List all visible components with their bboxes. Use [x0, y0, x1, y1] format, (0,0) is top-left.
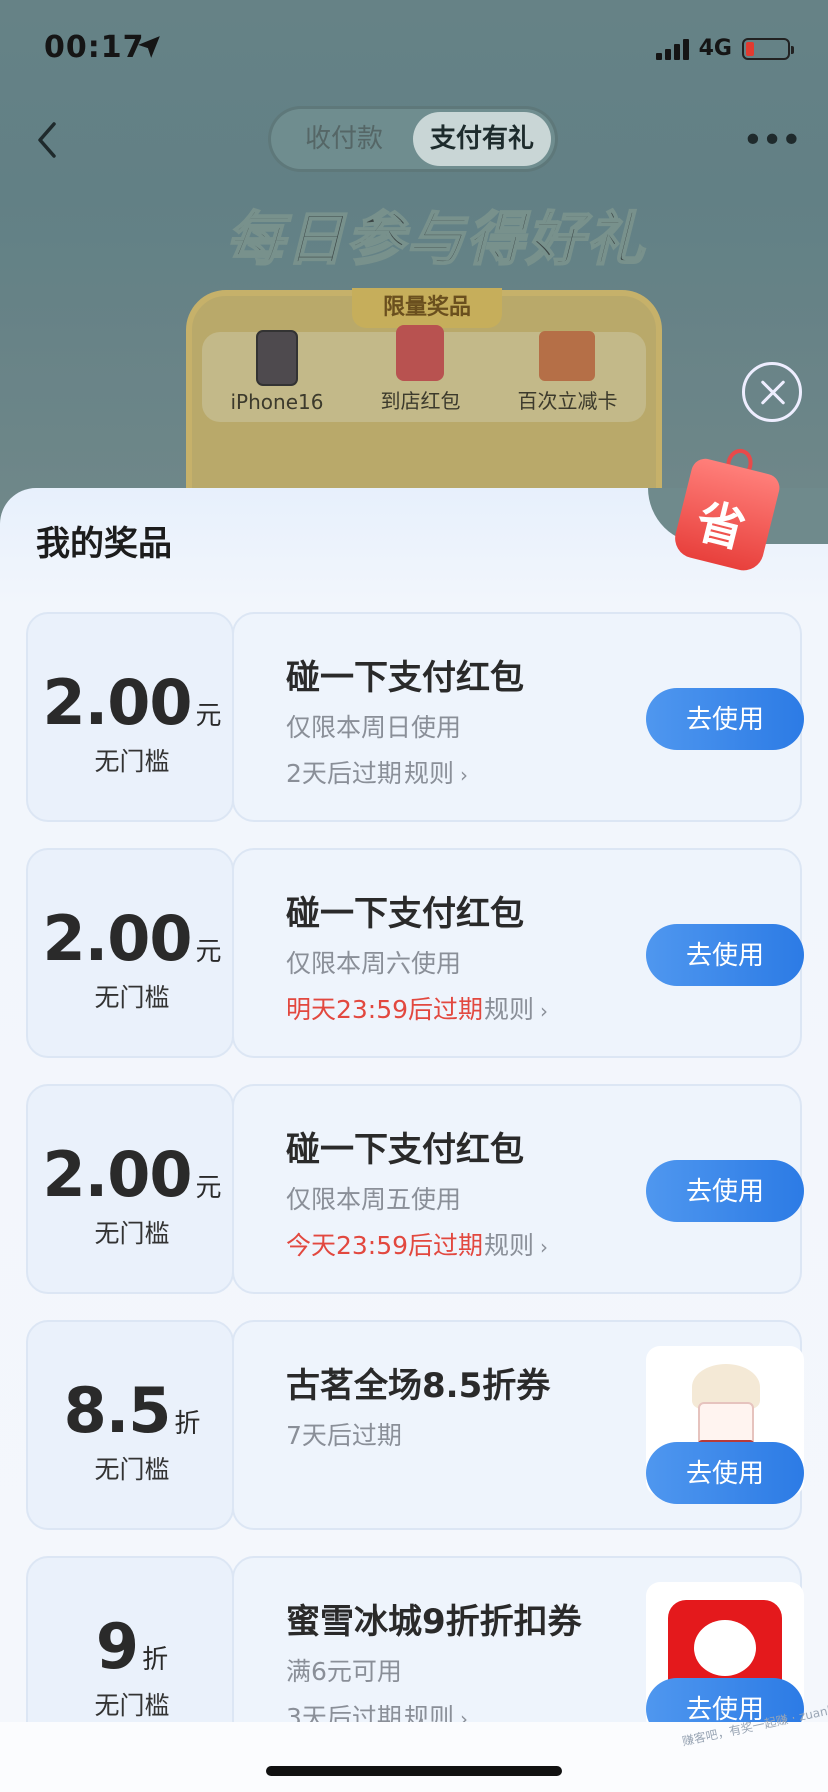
prize-label: 百次立减卡 [517, 389, 618, 413]
home-indicator[interactable] [266, 1766, 562, 1776]
coupon-threshold: 无门槛 [94, 983, 170, 1012]
coupon-title: 蜜雪冰城9折折扣券 [286, 1602, 582, 1642]
coupon-title: 碰一下支付红包 [286, 894, 524, 934]
coupon-unit: 折 [142, 1645, 169, 1675]
coupon-unit: 元 [195, 701, 222, 731]
chevron-right-icon: › [460, 763, 469, 787]
coupon-detail-panel: 碰一下支付红包 仅限本周五使用 今天23:59后过期 规则 › 去使用 [232, 1084, 804, 1294]
sheet-title: 我的奖品 [36, 524, 172, 564]
coupon-expiry: 2天后过期 [286, 759, 402, 788]
rule-label: 规则 [404, 759, 455, 788]
prizes-sheet: 省 我的奖品 2.00 元 无门槛 碰一下支付红包 仅限本周日使用 2天后过期 规… [0, 446, 828, 1792]
use-button[interactable]: 去使用 [646, 1442, 804, 1504]
coupon-detail-panel: 碰一下支付红包 仅限本周六使用 明天23:59后过期 规则 › 去使用 [232, 848, 804, 1058]
coupon-subtitle: 7天后过期 [286, 1421, 402, 1450]
coupon-amount: 2.00 [42, 666, 193, 739]
use-button[interactable]: 去使用 [646, 1160, 804, 1222]
coupon-value-panel: 2.00 元 无门槛 [26, 848, 234, 1058]
segmented-tabs: 收付款 支付有礼 [268, 106, 558, 172]
rule-label: 规则 [484, 995, 535, 1024]
coupon-expiry: 今天23:59后过期 [286, 1231, 484, 1260]
coupon-unit: 元 [195, 1173, 222, 1203]
signal-icon [655, 38, 689, 60]
coupon-subtitle: 满6元可用 [286, 1657, 402, 1686]
coupon-title: 碰一下支付红包 [286, 658, 524, 698]
chevron-right-icon: › [540, 999, 549, 1023]
prize-item: 百次立减卡 [517, 331, 617, 414]
coupon-unit: 元 [195, 937, 222, 967]
coupon-amount: 8.5 [63, 1374, 172, 1447]
coupon-amount: 2.00 [42, 1138, 193, 1211]
prize-header: 限量奖品 [352, 288, 502, 328]
coupon-rule-link[interactable]: 规则 › [484, 1226, 548, 1262]
coupon-card: 2.00 元 无门槛 碰一下支付红包 仅限本周日使用 2天后过期 规则 › 去使用 [26, 612, 804, 822]
coupon-title: 古茗全场8.5折券 [286, 1366, 551, 1406]
use-button[interactable]: 去使用 [646, 688, 804, 750]
status-time: 00:17 [44, 30, 145, 65]
coupon-threshold: 无门槛 [94, 747, 170, 776]
coupon-amount: 2.00 [42, 902, 193, 975]
coupon-threshold: 无门槛 [94, 1455, 170, 1484]
coupon-card: 2.00 元 无门槛 碰一下支付红包 仅限本周六使用 明天23:59后过期 规则 ›… [26, 848, 804, 1058]
coupon-value-panel: 2.00 元 无门槛 [26, 1084, 234, 1294]
tab-payment-gifts[interactable]: 支付有礼 [413, 112, 551, 166]
coupon-subtitle: 仅限本周日使用 [286, 713, 462, 742]
close-icon[interactable] [742, 362, 802, 422]
more-icon[interactable]: ••• [742, 120, 802, 161]
use-button[interactable]: 去使用 [646, 924, 804, 986]
chevron-right-icon: › [540, 1235, 549, 1259]
rule-label: 规则 [484, 1231, 535, 1260]
coupon-threshold: 无门槛 [94, 1219, 170, 1248]
coupon-subtitle: 仅限本周六使用 [286, 949, 462, 978]
coupon-rule-link[interactable]: 规则 › [404, 754, 468, 790]
prize-item: 到店红包 [380, 325, 460, 414]
phone-icon [255, 330, 298, 386]
coupon-amount: 9 [95, 1610, 139, 1683]
coupon-rule-link[interactable]: 规则 › [484, 990, 548, 1026]
coupon-threshold: 无门槛 [94, 1691, 170, 1720]
red-packet-icon [396, 325, 445, 381]
coupon-title: 碰一下支付红包 [286, 1130, 524, 1170]
location-arrow-icon [138, 36, 160, 58]
prize-label: 到店红包 [380, 389, 461, 413]
status-bar: 00:17 4G [0, 0, 828, 100]
prize-label: iPhone16 [230, 390, 324, 414]
coupon-value-panel: 8.5 折 无门槛 [26, 1320, 234, 1530]
back-chevron-icon[interactable] [30, 118, 64, 162]
coupon-card: 2.00 元 无门槛 碰一下支付红包 仅限本周五使用 今天23:59后过期 规则 ›… [26, 1084, 804, 1294]
coupon-detail-panel: 碰一下支付红包 仅限本周日使用 2天后过期 规则 › 去使用 [232, 612, 804, 822]
coupon-expiry: 明天23:59后过期 [286, 995, 484, 1024]
coupon-subtitle: 仅限本周五使用 [286, 1185, 462, 1214]
network-label: 4G [698, 36, 732, 61]
discount-card-icon [539, 331, 596, 381]
battery-icon [742, 37, 794, 60]
coupon-unit: 折 [174, 1409, 201, 1439]
coupon-detail-panel: 古茗全场8.5折券 7天后过期 去使用 [232, 1320, 804, 1530]
coupon-card: 8.5 折 无门槛 古茗全场8.5折券 7天后过期 去使用 [26, 1320, 804, 1530]
prize-item: iPhone16 [230, 330, 324, 414]
banner-title: 每日参与得好礼 [225, 204, 647, 274]
tab-receive-pay[interactable]: 收付款 [275, 112, 413, 166]
coupon-value-panel: 2.00 元 无门槛 [26, 612, 234, 822]
